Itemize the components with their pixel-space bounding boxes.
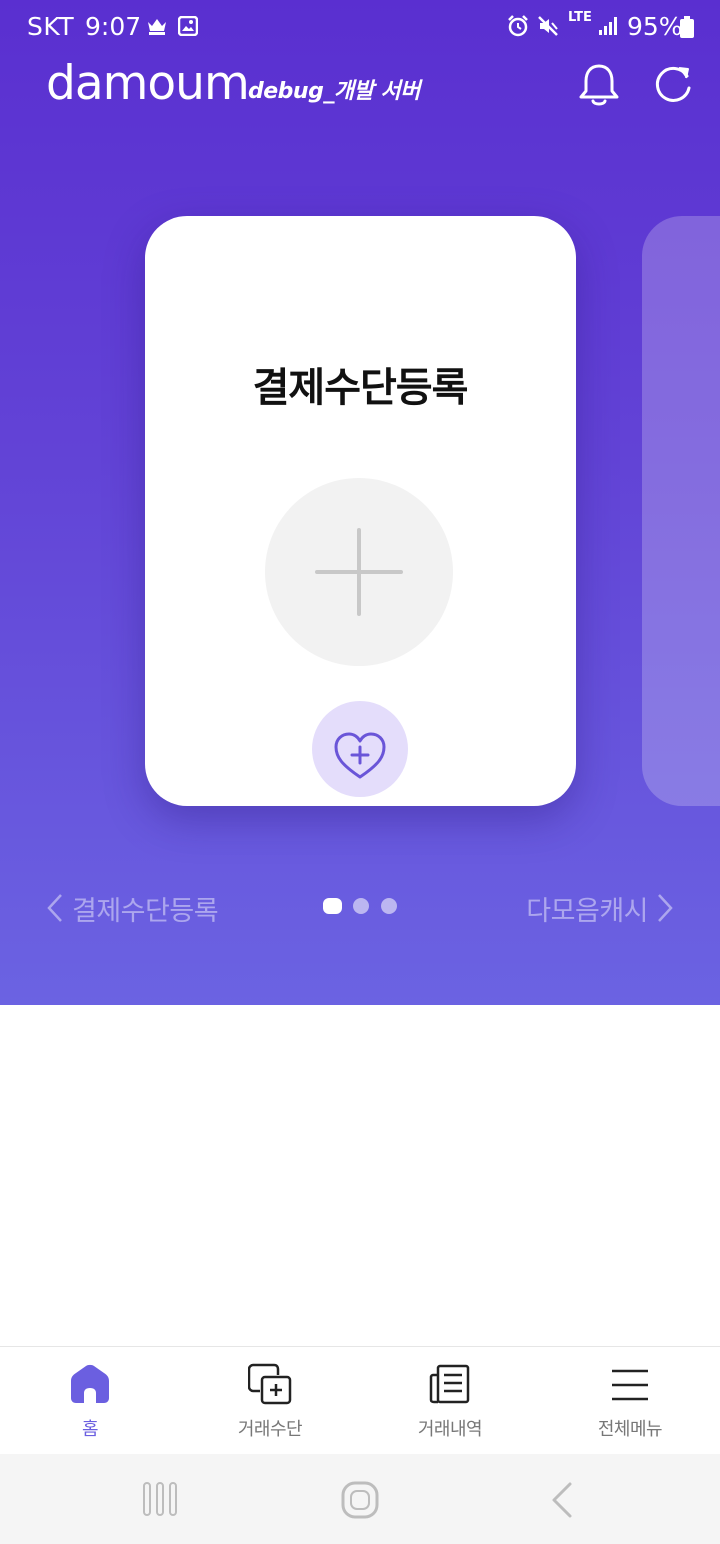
battery-percentage: 95% — [627, 12, 683, 41]
mute-icon — [538, 16, 558, 36]
signal-icon — [599, 17, 617, 35]
system-navigation-bar — [0, 1454, 720, 1544]
home-icon — [71, 1364, 109, 1403]
app-logo: damoum — [46, 56, 250, 111]
home-button-icon[interactable] — [340, 1480, 380, 1520]
prev-card-link[interactable]: 결제수단등록 — [46, 890, 219, 927]
next-card-label: 다모음캐시 — [526, 895, 648, 927]
card-title: 결제수단등록 — [252, 365, 469, 411]
page-dot-2[interactable] — [353, 898, 369, 914]
refresh-icon[interactable] — [650, 60, 696, 108]
history-icon — [429, 1364, 470, 1404]
bottom-tab-bar: 홈 거래수단 거래내역 전체메뉴 — [0, 1346, 720, 1454]
back-icon[interactable] — [544, 1480, 580, 1520]
page-dot-1[interactable] — [323, 898, 342, 914]
tab-history[interactable]: 거래내역 — [360, 1347, 540, 1455]
next-card-peek[interactable] — [642, 216, 720, 806]
gallery-icon — [178, 16, 198, 36]
tab-full-menu-label: 전체메뉴 — [597, 1419, 663, 1440]
clock: 9:07 — [85, 12, 142, 41]
tab-full-menu[interactable]: 전체메뉴 — [540, 1347, 720, 1455]
plus-icon[interactable] — [265, 478, 453, 666]
server-environment-label: debug_개발 서버 — [248, 79, 420, 104]
next-card-link[interactable]: 다모음캐시 — [526, 890, 674, 927]
network-type: LTE — [568, 10, 592, 25]
prev-card-label: 결제수단등록 — [72, 895, 219, 927]
battery-icon — [680, 16, 694, 38]
crown-icon — [148, 19, 166, 35]
recents-icon[interactable] — [140, 1480, 180, 1518]
page-dot-3[interactable] — [381, 898, 397, 914]
chevron-left-icon — [47, 894, 62, 922]
heart-plus-icon[interactable] — [312, 701, 408, 797]
payment-method-icon — [248, 1363, 292, 1405]
tab-payment-methods-label: 거래수단 — [237, 1419, 303, 1440]
tab-history-label: 거래내역 — [417, 1419, 483, 1440]
menu-icon — [612, 1369, 648, 1401]
alarm-icon — [508, 15, 528, 37]
tab-home[interactable]: 홈 — [0, 1347, 180, 1455]
status-bar: SKT 9:07 LTE 95% — [0, 0, 720, 56]
tab-home-label: 홈 — [81, 1419, 99, 1440]
chevron-right-icon — [658, 894, 673, 922]
hero-section: SKT 9:07 LTE 95% damoum debug_개발 서버 결제수단… — [0, 0, 720, 1005]
carrier-label: SKT — [27, 12, 75, 41]
tab-payment-methods[interactable]: 거래수단 — [180, 1347, 360, 1455]
bell-icon[interactable] — [576, 60, 622, 108]
